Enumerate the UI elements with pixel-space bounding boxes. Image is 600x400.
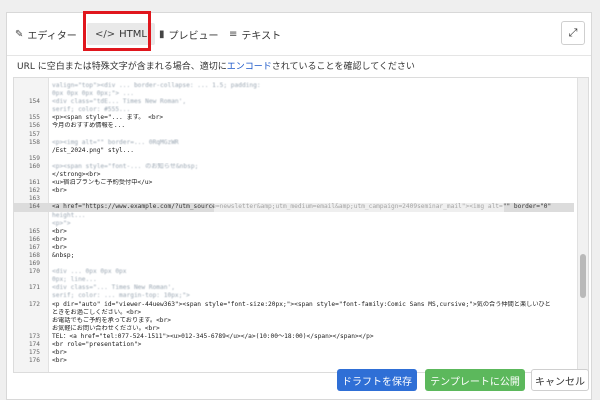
line-number: 169 xyxy=(28,260,40,268)
code-line[interactable]: 171 <div class="... Times New Roman', xyxy=(14,284,574,292)
line-code: 0px 0px 0px 0px;"> ... xyxy=(52,90,134,98)
edit-icon: ✎ xyxy=(15,28,24,40)
line-code: <br> xyxy=(52,235,67,243)
line-number: 164 xyxy=(28,203,40,211)
expand-icon: ⤢ xyxy=(568,26,578,39)
code-line[interactable]: お気軽にお問い合わせください。<br> xyxy=(14,325,574,333)
line-code: <br> xyxy=(52,349,67,357)
line-code: ときをお過ごしください。<br> xyxy=(52,308,142,316)
tab-editor[interactable]: ✎ エディター xyxy=(15,23,77,45)
line-number: 171 xyxy=(28,284,40,292)
encode-link[interactable]: エンコード xyxy=(227,62,272,72)
line-code: <br> xyxy=(52,243,67,251)
line-number: 159 xyxy=(28,154,40,162)
line-number: 157 xyxy=(28,130,40,138)
action-footer: ドラフトを保存 テンプレートに公開 キャンセル xyxy=(7,359,591,399)
line-code: TEL：<a href="tel:077-524-1511"><u>012-34… xyxy=(52,332,374,340)
tab-text[interactable]: ≡ テキスト xyxy=(229,23,281,45)
line-code: <p>"> xyxy=(52,219,71,227)
line-number: 166 xyxy=(28,235,40,243)
line-code: serif; color: #555... xyxy=(52,106,131,114)
tab-preview-label: プレビュー xyxy=(168,30,219,42)
highlight-box xyxy=(83,11,151,51)
line-code: <br> xyxy=(52,227,67,235)
line-number: 170 xyxy=(28,268,40,276)
editor-tab-bar: ✎ エディター </> HTML ▮ プレビュー ≡ テキスト ⤢ xyxy=(7,11,591,56)
publish-template-button[interactable]: テンプレートに公開 xyxy=(425,369,525,391)
code-line[interactable]: 170 <div ... 0px 0px 0px xyxy=(14,268,574,276)
save-draft-button[interactable]: ドラフトを保存 xyxy=(337,369,417,391)
scrollbar-thumb[interactable] xyxy=(580,254,586,298)
line-code: &nbsp; xyxy=(52,251,75,259)
line-code: /Est_2024.png" styl... xyxy=(52,146,134,154)
line-code: <br role="presentation"> xyxy=(52,341,142,348)
line-number: 155 xyxy=(28,114,40,122)
line-code: valign="top"><div ... border-collapse: .… xyxy=(52,82,261,89)
code-line[interactable]: ときをお過ごしください。<br> xyxy=(14,309,574,317)
tab-editor-label: エディター xyxy=(27,30,77,42)
text-icon: ≡ xyxy=(229,28,238,40)
url-notice: URL に空白または特殊文字が含まれる場合、適切にエンコードされていることを確認… xyxy=(17,59,415,72)
tab-text-label: テキスト xyxy=(241,30,282,42)
code-line[interactable]: 0px 0px 0px 0px;"> ... xyxy=(14,90,574,98)
editor-scrollbar[interactable] xyxy=(577,78,588,372)
code-line[interactable]: 0px; line... xyxy=(14,276,574,284)
line-number: 160 xyxy=(28,162,40,170)
line-code: </strong><br> xyxy=(52,171,101,179)
line-code: <div class="... Times New Roman', xyxy=(52,284,175,292)
line-code: お気軽にお問い合わせください。<br> xyxy=(52,324,160,332)
line-number: 163 xyxy=(28,195,40,203)
code-line[interactable]: serif; color: ... margin-top: 10px;"> xyxy=(14,292,574,300)
tab-preview[interactable]: ▮ プレビュー xyxy=(159,23,219,45)
line-code: 今月のおすすめ情報を... xyxy=(52,122,126,130)
code-line[interactable]: 173 TEL：<a href="tel:077-524-1511"><u>012… xyxy=(14,333,574,341)
blurred-region xyxy=(214,100,504,260)
line-code: <br> xyxy=(52,187,67,195)
line-number: 165 xyxy=(28,227,40,235)
line-code: height... xyxy=(52,211,86,219)
line-number: 156 xyxy=(28,122,40,130)
code-line[interactable]: 174 <br role="presentation"> xyxy=(14,341,574,349)
line-number: 167 xyxy=(28,243,40,251)
line-number: 175 xyxy=(28,349,40,357)
code-line[interactable]: 175 <br> xyxy=(14,349,574,357)
line-code: <p><span style="... ます。 <br> xyxy=(52,114,164,122)
expand-button[interactable]: ⤢ xyxy=(561,21,585,45)
code-line[interactable]: 169 xyxy=(14,260,574,268)
preview-icon: ▮ xyxy=(159,28,165,40)
line-number: 172 xyxy=(28,300,40,308)
code-line[interactable]: valign="top"><div ... border-collapse: .… xyxy=(14,82,574,90)
line-code: <p><span style="font-... のお知らせ&nbsp; xyxy=(52,162,199,170)
line-code: <div ... 0px 0px 0px xyxy=(52,268,127,276)
email-template-editor-panel: ✎ エディター </> HTML ▮ プレビュー ≡ テキスト ⤢ URL に空… xyxy=(6,11,592,400)
line-code: serif; color: ... margin-top: 10px;"> xyxy=(52,292,190,300)
line-number: 154 xyxy=(28,98,40,106)
line-code: <p><img alt="" border=... 0RqMGzWR xyxy=(52,138,179,146)
line-code: <u>宿泊プランもご予約受付中</u> xyxy=(52,179,153,187)
line-number: 168 xyxy=(28,251,40,259)
html-code-editor[interactable]: valign="top"><div ... border-collapse: .… xyxy=(13,77,589,373)
line-number: 162 xyxy=(28,187,40,195)
line-code: 0px; line... xyxy=(52,276,97,284)
line-code: <div class="tdE... Times New Roman', xyxy=(52,98,187,106)
notice-text-after: されていることを確認してください xyxy=(271,62,415,72)
cancel-button[interactable]: キャンセル xyxy=(531,369,589,391)
line-number: 174 xyxy=(28,341,40,348)
line-code: お電話でもご予約を承っております。<br> xyxy=(52,316,171,324)
notice-text-before: URL に空白または特殊文字が含まれる場合、適切に xyxy=(17,62,227,72)
code-line[interactable]: 172 <p dir="auto" id="viewer-44uew363"><s… xyxy=(14,301,574,309)
code-line[interactable]: お電話でもご予約を承っております。<br> xyxy=(14,317,574,325)
line-number: 161 xyxy=(28,179,40,187)
line-code: <p dir="auto" id="viewer-44uew363"><span… xyxy=(52,300,551,308)
line-number: 173 xyxy=(28,332,40,340)
line-number: 158 xyxy=(28,138,40,146)
